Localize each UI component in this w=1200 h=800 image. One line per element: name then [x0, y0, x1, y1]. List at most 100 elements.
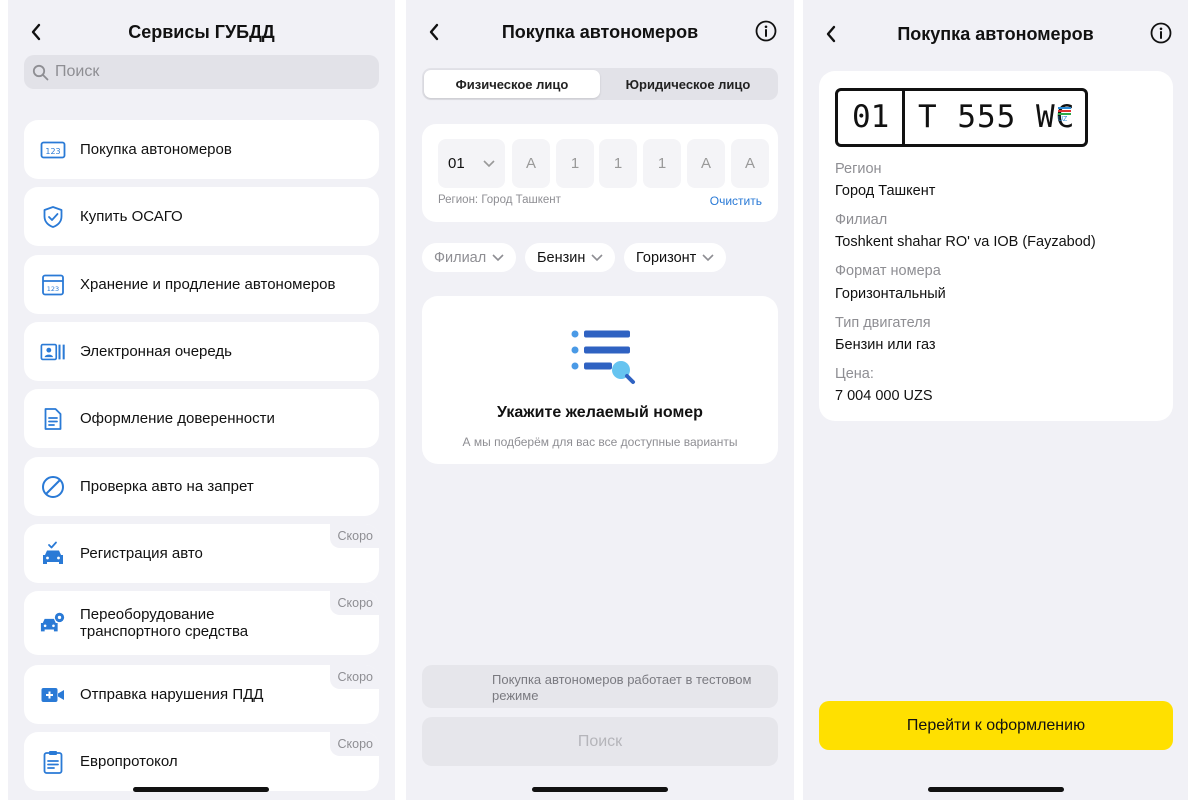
- plate-details-screen: Покупка автономеров 01 T 555 WC UZ Регио…: [803, 0, 1188, 800]
- soon-badge: Скоро: [329, 732, 379, 756]
- person-type-segmented: Физическое лицо Юридическое лицо: [422, 68, 778, 100]
- soon-badge: Скоро: [329, 591, 379, 615]
- info-icon: [1150, 22, 1172, 44]
- services-screen: Сервисы ГУБДД 123 Покупка автономеров Ку…: [8, 0, 395, 800]
- region-label: Регион: [835, 161, 882, 177]
- chevron-down-icon: [591, 253, 603, 261]
- plate-divider: [902, 91, 905, 144]
- soon-badge: Скоро: [329, 524, 379, 548]
- page-title: Покупка автономеров: [897, 24, 1094, 44]
- service-report-violation[interactable]: Скоро Отправка нарушения ПДД: [24, 665, 379, 724]
- info-button[interactable]: [1150, 22, 1172, 44]
- list-search-icon: [571, 330, 635, 384]
- license-plate: 01 T 555 WC UZ: [835, 88, 1088, 147]
- menu-item-label: Переоборудование транспортного средства: [80, 606, 249, 640]
- prohibited-icon: [40, 474, 66, 500]
- filter-label: Филиал: [434, 249, 487, 266]
- service-vehicle-conversion[interactable]: Скоро Переоборудование транспортного сре…: [24, 591, 379, 655]
- service-car-registration[interactable]: Скоро Регистрация авто: [24, 524, 379, 583]
- tab-legal-entity[interactable]: Юридическое лицо: [600, 70, 776, 98]
- plate-123-icon: 123: [40, 137, 66, 163]
- service-plate-storage[interactable]: 123 Хранение и продление автономеров: [24, 255, 379, 314]
- plate-details-card: 01 T 555 WC UZ Регион Город Ташкент Фили…: [819, 71, 1173, 421]
- menu-item-label: Регистрация авто: [80, 545, 203, 562]
- empty-state-title: Укажите желаемый номер: [497, 404, 703, 421]
- search-icon: [32, 64, 49, 80]
- format-value: Горизонтальный: [835, 286, 946, 302]
- plate-storage-icon: 123: [40, 272, 66, 298]
- shield-check-icon: [40, 204, 66, 230]
- queue-id-icon: [40, 339, 66, 365]
- service-ban-check[interactable]: Проверка авто на запрет: [24, 457, 379, 516]
- price-label: Цена:: [835, 366, 874, 382]
- region-select[interactable]: 01: [438, 139, 505, 188]
- video-plus-icon: [40, 682, 66, 708]
- uz-flag-icon: UZ: [1058, 107, 1071, 123]
- filter-format[interactable]: Горизонт: [624, 243, 727, 272]
- car-check-icon: [40, 541, 66, 567]
- plate-char-input[interactable]: 1: [599, 139, 637, 188]
- plate-char-input[interactable]: 1: [556, 139, 594, 188]
- plate-search-screen: Покупка автономеров Физическое лицо Юрид…: [406, 0, 794, 800]
- format-label: Формат номера: [835, 263, 941, 279]
- service-osago[interactable]: Купить ОСАГО: [24, 187, 379, 246]
- filter-branch[interactable]: Филиал: [422, 243, 517, 272]
- svg-text:123: 123: [45, 147, 60, 156]
- svg-text:123: 123: [47, 285, 59, 293]
- menu-item-label: Хранение и продление автономеров: [80, 276, 336, 293]
- plate-input-card: 01 A 1 1 1 A A Регион: Город Ташкент Очи…: [422, 124, 778, 222]
- chevron-down-icon: [702, 253, 714, 261]
- info-icon: [755, 20, 777, 42]
- service-e-queue[interactable]: Электронная очередь: [24, 322, 379, 381]
- empty-state-subtitle: А мы подберём для вас все доступные вари…: [462, 435, 738, 449]
- branch-value: Toshkent shahar RO' va IOB (Fayzabod): [835, 234, 1096, 250]
- empty-state-card: Укажите желаемый номер А мы подберём для…: [422, 296, 778, 464]
- plate-char-input[interactable]: 1: [643, 139, 681, 188]
- plate-country: UZ: [1058, 116, 1068, 123]
- home-indicator: [928, 787, 1064, 792]
- clipboard-icon: [40, 749, 66, 775]
- menu-item-label: Купить ОСАГО: [80, 208, 183, 225]
- page-title: Сервисы ГУБДД: [128, 22, 275, 42]
- home-indicator: [133, 787, 269, 792]
- menu-item-label: Оформление доверенности: [80, 410, 275, 427]
- engine-value: Бензин или газ: [835, 337, 936, 353]
- plate-region-code: 01: [852, 99, 890, 135]
- document-icon: [40, 406, 66, 432]
- tab-individual[interactable]: Физическое лицо: [424, 70, 600, 98]
- filter-label: Бензин: [537, 249, 586, 266]
- search-input[interactable]: [55, 63, 355, 81]
- page-title: Покупка автономеров: [501, 22, 699, 42]
- engine-label: Тип двигателя: [835, 315, 931, 331]
- service-power-of-attorney[interactable]: Оформление доверенности: [24, 389, 379, 448]
- search-button[interactable]: Поиск: [422, 717, 778, 766]
- proceed-button[interactable]: Перейти к оформлению: [819, 701, 1173, 750]
- menu-item-label: Отправка нарушения ПДД: [80, 686, 264, 703]
- branch-label: Филиал: [835, 212, 888, 228]
- plate-char-input[interactable]: A: [731, 139, 769, 188]
- region-hint: Регион: Город Ташкент: [438, 194, 561, 206]
- price-value: 7 004 000 UZS: [835, 388, 933, 404]
- filter-label: Горизонт: [636, 249, 697, 266]
- chevron-down-icon: [492, 253, 504, 261]
- menu-item-label: Проверка авто на запрет: [80, 478, 254, 495]
- plate-char-input[interactable]: A: [512, 139, 550, 188]
- car-gear-icon: [40, 610, 66, 636]
- filter-fuel[interactable]: Бензин: [525, 243, 616, 272]
- service-buy-plates[interactable]: 123 Покупка автономеров: [24, 120, 379, 179]
- menu-item-label: Покупка автономеров: [80, 141, 232, 158]
- home-indicator: [532, 787, 668, 792]
- search-bar[interactable]: [24, 55, 379, 89]
- menu-item-label: Европротокол: [80, 753, 178, 770]
- test-mode-notice: Покупка автономеров работает в тестовом …: [422, 665, 778, 708]
- menu-item-label: Электронная очередь: [80, 343, 232, 360]
- plate-char-input[interactable]: A: [687, 139, 725, 188]
- info-button[interactable]: [755, 20, 777, 42]
- chevron-down-icon: [483, 159, 495, 167]
- plate-number: T 555 WC: [918, 99, 1076, 135]
- clear-link[interactable]: Очистить: [710, 194, 762, 208]
- region-value: Город Ташкент: [835, 183, 936, 199]
- soon-badge: Скоро: [329, 665, 379, 689]
- service-europrotocol[interactable]: Скоро Европротокол: [24, 732, 379, 791]
- region-code: 01: [448, 155, 465, 172]
